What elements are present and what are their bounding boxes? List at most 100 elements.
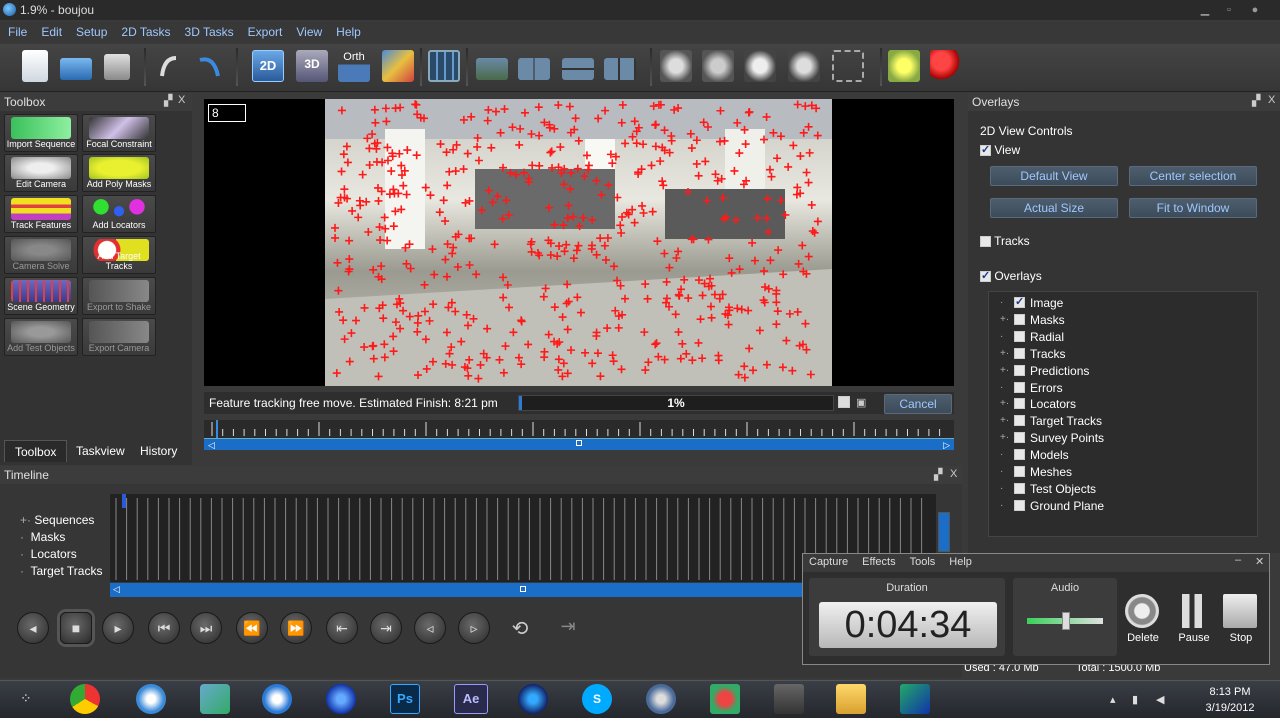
redo-icon[interactable] bbox=[192, 50, 224, 82]
stop-icon[interactable]: ■ bbox=[60, 612, 92, 644]
fit-to-window-button[interactable]: Fit to Window bbox=[1129, 198, 1257, 218]
prev-frame-icon[interactable]: ◃ bbox=[414, 612, 446, 644]
view-orth-button[interactable]: Orth bbox=[338, 50, 370, 82]
after-effects-icon[interactable]: Ae bbox=[454, 684, 488, 714]
stop-label[interactable]: Stop bbox=[1221, 632, 1261, 644]
network-icon[interactable]: ▮ bbox=[1132, 693, 1138, 706]
bounce-icon[interactable]: ⇥ bbox=[552, 616, 584, 642]
menu-2d-tasks[interactable]: 2D Tasks bbox=[113, 22, 176, 39]
timeline-row-locators[interactable]: · Locators bbox=[20, 547, 77, 561]
recorder-minimize-icon[interactable]: – bbox=[1235, 554, 1241, 566]
tool-add-locators[interactable]: Add Locators bbox=[82, 195, 156, 233]
audio-slider-thumb[interactable] bbox=[1062, 612, 1070, 630]
default-view-button[interactable]: Default View bbox=[990, 166, 1118, 186]
recorder-menu-effects[interactable]: Effects bbox=[862, 556, 895, 568]
menu-edit[interactable]: Edit bbox=[33, 22, 68, 39]
center-selection-button[interactable]: Center selection bbox=[1129, 166, 1257, 186]
recorder-close-icon[interactable]: ✕ bbox=[1255, 555, 1264, 568]
itunes-icon[interactable] bbox=[262, 684, 292, 714]
pin-icon[interactable]: ▞ bbox=[1252, 94, 1260, 107]
go-to-end-icon[interactable]: ⏭ bbox=[190, 612, 222, 644]
tool-scene-geometry[interactable]: Scene Geometry bbox=[4, 277, 78, 315]
recorder-menu-tools[interactable]: Tools bbox=[910, 556, 936, 568]
maximize-icon[interactable]: ▫ bbox=[1222, 3, 1236, 17]
tool-export-to-shake[interactable]: Export to Shake bbox=[82, 277, 156, 315]
view-3d-button[interactable]: 3D bbox=[296, 50, 328, 82]
tab-taskview[interactable]: Taskview bbox=[66, 440, 135, 462]
next-key-icon[interactable]: ⇥ bbox=[370, 612, 402, 644]
pause-icon[interactable] bbox=[1175, 594, 1209, 628]
stop-square-icon[interactable] bbox=[838, 396, 850, 408]
delete-icon[interactable] bbox=[1125, 594, 1159, 628]
undo-icon[interactable] bbox=[154, 50, 186, 82]
delete-label[interactable]: Delete bbox=[1123, 632, 1163, 644]
layout-grid-icon[interactable] bbox=[428, 50, 460, 82]
frame-ruler[interactable] bbox=[204, 420, 954, 438]
tool-camera-solve[interactable]: Camera Solve bbox=[4, 236, 78, 274]
tool-track-features[interactable]: Track Features bbox=[4, 195, 78, 233]
camera-icon[interactable]: ▣ bbox=[856, 396, 874, 410]
step-back-icon[interactable]: ◂ bbox=[17, 612, 49, 644]
camera-track-icon[interactable] bbox=[660, 50, 692, 82]
volume-icon[interactable]: ◀ bbox=[1156, 693, 1164, 706]
close-panel-icon[interactable]: X bbox=[950, 468, 957, 480]
menu-setup[interactable]: Setup bbox=[68, 22, 113, 39]
probe-icon[interactable] bbox=[930, 50, 962, 82]
tray-arrow-icon[interactable]: ▴ bbox=[1110, 693, 1116, 706]
pin-icon[interactable]: ▞ bbox=[934, 468, 942, 481]
tab-toolbox[interactable]: Toolbox bbox=[4, 440, 68, 462]
rewind-icon[interactable]: ⏪ bbox=[236, 612, 268, 644]
menu-help[interactable]: Help bbox=[328, 22, 367, 39]
tracks-checkbox[interactable]: Tracks bbox=[980, 234, 1030, 248]
boujou-taskbar-icon[interactable] bbox=[646, 684, 676, 714]
layout-single-icon[interactable] bbox=[476, 58, 508, 80]
close-panel-icon[interactable]: X bbox=[1268, 94, 1275, 106]
frame-range-scrollbar[interactable]: ◁ ▷ bbox=[204, 438, 954, 450]
stop-icon[interactable] bbox=[1223, 594, 1257, 628]
recorder-menu-help[interactable]: Help bbox=[949, 556, 972, 568]
timeline-row-masks[interactable]: · Masks bbox=[20, 530, 65, 544]
fast-forward-icon[interactable]: ⏩ bbox=[280, 612, 312, 644]
disc-app-icon[interactable] bbox=[518, 684, 548, 714]
view-2d-button[interactable]: 2D bbox=[252, 50, 284, 82]
go-to-start-icon[interactable]: ⏮ bbox=[148, 612, 180, 644]
tab-history[interactable]: History bbox=[130, 440, 187, 462]
tool-add-poly-masks[interactable]: Add Poly Masks bbox=[82, 154, 156, 192]
menu-view[interactable]: View bbox=[288, 22, 328, 39]
actual-size-button[interactable]: Actual Size bbox=[990, 198, 1118, 218]
tool-edit-camera[interactable]: Edit Camera bbox=[4, 154, 78, 192]
camera-orbit-icon[interactable] bbox=[788, 50, 820, 82]
camera-film-icon[interactable] bbox=[744, 50, 776, 82]
skype-icon[interactable]: S bbox=[582, 684, 612, 714]
camera-solve-icon[interactable] bbox=[702, 50, 734, 82]
loop-icon[interactable]: ⟲ bbox=[504, 616, 536, 642]
safari-icon[interactable] bbox=[136, 684, 166, 714]
open-folder-icon[interactable] bbox=[60, 58, 92, 80]
recorder-taskbar-icon[interactable] bbox=[900, 684, 930, 714]
new-file-icon[interactable] bbox=[22, 50, 48, 82]
timeline-vertical-scrollbar[interactable] bbox=[938, 512, 950, 552]
game-app-icon[interactable] bbox=[710, 684, 740, 714]
tool-import-sequence[interactable]: Import Sequence bbox=[4, 114, 78, 152]
tool-focal-constraint[interactable]: Focal Constraint bbox=[82, 114, 156, 152]
overlays-checkbox[interactable]: Overlays bbox=[980, 269, 1042, 283]
chrome-icon[interactable] bbox=[70, 684, 100, 714]
wand-icon[interactable] bbox=[888, 50, 920, 82]
file-explorer-icon[interactable] bbox=[836, 684, 866, 714]
menu-file[interactable]: File bbox=[0, 22, 33, 39]
fit-frame-icon[interactable] bbox=[832, 50, 864, 82]
prev-key-icon[interactable]: ⇤ bbox=[326, 612, 358, 644]
photoshop-icon[interactable]: Ps bbox=[390, 684, 420, 714]
pin-icon[interactable]: ▞ bbox=[164, 94, 172, 107]
start-button-icon[interactable]: ⁘ bbox=[20, 690, 32, 707]
next-frame-icon[interactable]: ▹ bbox=[458, 612, 490, 644]
tool-add-target-tracks[interactable]: Add Target Tracks bbox=[82, 236, 156, 274]
menu-3d-tasks[interactable]: 3D Tasks bbox=[177, 22, 240, 39]
recorder-menu-capture[interactable]: Capture bbox=[809, 556, 848, 568]
save-icon[interactable] bbox=[104, 54, 130, 80]
app-window-icon[interactable] bbox=[774, 684, 804, 714]
layout-split-vertical-icon[interactable] bbox=[518, 58, 550, 80]
play-icon[interactable]: ▸ bbox=[102, 612, 134, 644]
view-graph-icon[interactable] bbox=[382, 50, 414, 82]
menu-export[interactable]: Export bbox=[240, 22, 289, 39]
